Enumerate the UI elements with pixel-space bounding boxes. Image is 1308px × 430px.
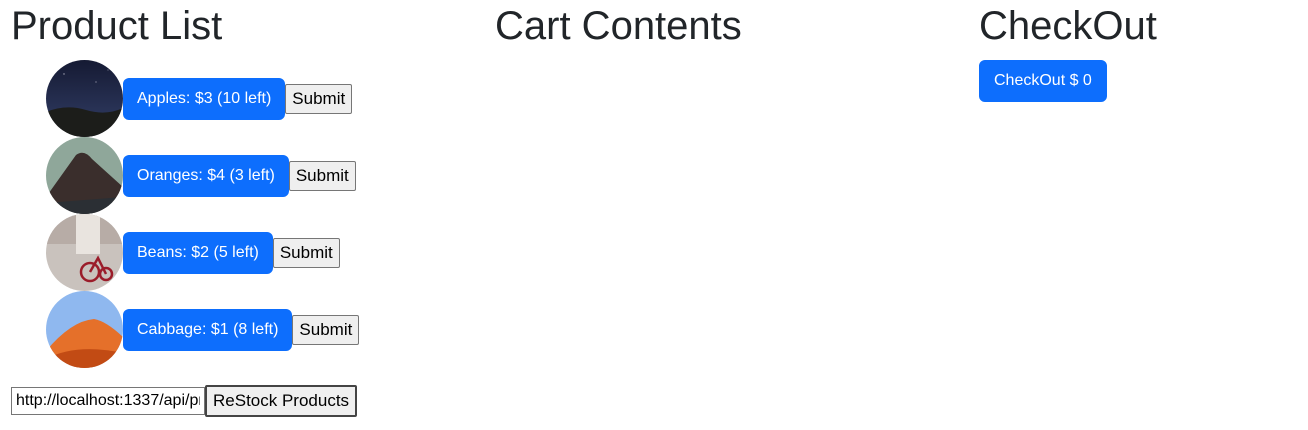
checkout-column: CheckOut CheckOut $ 0 <box>979 0 1299 102</box>
product-button-oranges[interactable]: Oranges: $4 (3 left) <box>123 154 289 197</box>
product-image-cabbage <box>46 291 123 368</box>
submit-button-beans[interactable]: Submit <box>272 237 340 268</box>
product-item-cabbage: Cabbage: $1 (8 left) Submit <box>46 291 360 368</box>
submit-button-apples[interactable]: Submit <box>285 83 353 114</box>
cart-column: Cart Contents <box>495 0 965 52</box>
product-list: Apples: $3 (10 left) Submit Oranges: $4 … <box>46 60 360 368</box>
product-list-column: Product List Apples: $3 (10 left) Submit… <box>11 0 481 417</box>
product-button-cabbage[interactable]: Cabbage: $1 (8 left) <box>123 308 293 351</box>
product-button-beans[interactable]: Beans: $2 (5 left) <box>123 231 273 274</box>
product-list-heading: Product List <box>11 4 223 48</box>
checkout-button[interactable]: CheckOut $ 0 <box>979 60 1107 102</box>
product-image-apples <box>46 60 123 137</box>
checkout-heading: CheckOut <box>979 4 1157 48</box>
cart-heading: Cart Contents <box>495 4 742 48</box>
submit-button-cabbage[interactable]: Submit <box>292 314 360 345</box>
restock-form: ReStock Products <box>11 385 358 417</box>
product-image-oranges <box>46 137 123 214</box>
product-item-oranges: Oranges: $4 (3 left) Submit <box>46 137 359 214</box>
app-page: Product List Apples: $3 (10 left) Submit… <box>0 0 1308 430</box>
product-item-apples: Apples: $3 (10 left) Submit <box>46 60 359 137</box>
product-item-beans: Beans: $2 (5 left) Submit <box>46 214 359 291</box>
restock-url-input[interactable] <box>11 387 205 415</box>
product-button-apples[interactable]: Apples: $3 (10 left) <box>123 77 286 120</box>
restock-button[interactable]: ReStock Products <box>205 385 358 417</box>
product-image-beans <box>46 214 123 291</box>
submit-button-oranges[interactable]: Submit <box>288 160 356 191</box>
